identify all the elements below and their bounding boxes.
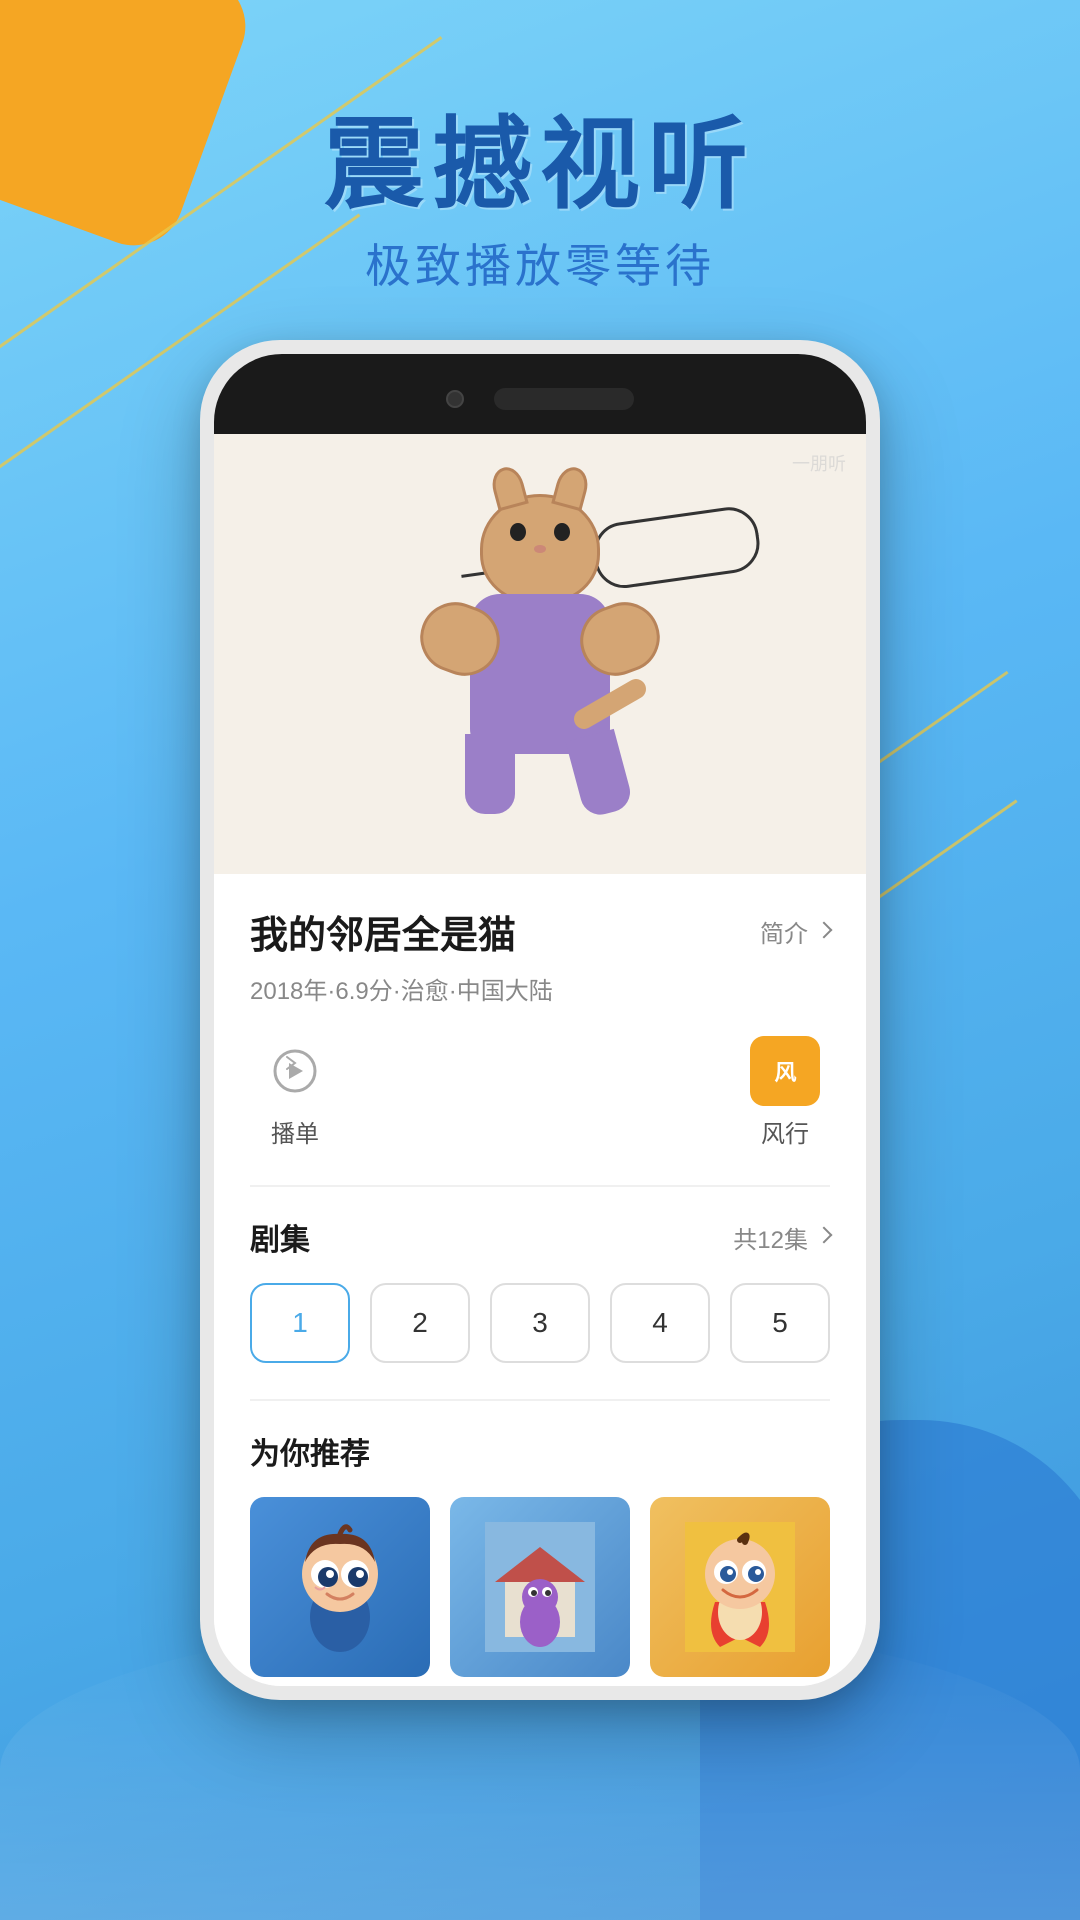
recommend-card-3[interactable]	[650, 1497, 830, 1677]
playlist-action[interactable]: 播单	[260, 1036, 330, 1149]
playlist-icon-container	[260, 1036, 330, 1106]
show-intro-link[interactable]: 简介	[760, 914, 830, 949]
phone-camera	[446, 390, 464, 408]
show-title: 我的邻居全是猫	[250, 904, 516, 959]
phone-speaker	[494, 388, 634, 410]
sub-title: 极致播放零等待	[0, 230, 1080, 296]
recommend-card-2[interactable]	[450, 1497, 630, 1677]
episodes-chevron-icon	[816, 1227, 833, 1244]
card-character-3-svg	[685, 1522, 795, 1652]
recommend-title: 为你推荐	[250, 1429, 830, 1473]
divider-1	[250, 1185, 830, 1187]
card-character-1-svg	[285, 1522, 395, 1652]
platform-action[interactable]: 风 风行	[750, 1036, 820, 1149]
main-title: 震撼视听	[0, 110, 1080, 220]
episode-btn-5[interactable]: 5	[730, 1283, 830, 1363]
episode-btn-1[interactable]: 1	[250, 1283, 350, 1363]
episode-btn-3[interactable]: 3	[490, 1283, 590, 1363]
episodes-section-title: 剧集	[250, 1215, 310, 1259]
show-meta: 2018年·6.9分·治愈·中国大陆	[250, 971, 830, 1006]
fengxing-icon: 风	[750, 1036, 820, 1106]
episodes-header: 剧集 共12集	[250, 1215, 830, 1259]
cat-head	[480, 494, 600, 604]
recommend-card-1[interactable]	[250, 1497, 430, 1677]
phone-outer-frame: 一朋听	[200, 340, 880, 1700]
cat-face	[500, 515, 580, 575]
divider-2	[250, 1399, 830, 1401]
episodes-count: 共12集	[733, 1220, 830, 1255]
card-figure-3	[650, 1497, 830, 1677]
content-section: 我的邻居全是猫 简介 2018年·6.9分·治愈·中国大陆	[214, 874, 866, 1686]
card-figure-1	[250, 1497, 430, 1677]
video-watermark: 一朋听	[792, 450, 846, 476]
phone-screen: 一朋听	[214, 354, 866, 1686]
episode-btn-2[interactable]: 2	[370, 1283, 470, 1363]
cat-nose	[534, 545, 546, 553]
card-figure-2	[450, 1497, 630, 1677]
header-section: 震撼视听 极致播放零等待	[0, 110, 1080, 296]
cat-leg-left	[465, 734, 515, 814]
recommend-row	[250, 1497, 830, 1677]
card-character-2-svg	[485, 1522, 595, 1652]
phone-mockup: 一朋听	[200, 340, 880, 1700]
cartoon-character-area	[340, 474, 740, 854]
platform-label: 风行	[761, 1114, 809, 1149]
cat-leg-right	[565, 729, 634, 819]
cat-eye-right	[554, 523, 570, 541]
actions-row: 播单 风 风行	[250, 1036, 830, 1149]
video-player[interactable]: 一朋听	[214, 434, 866, 874]
episodes-list: 1 2 3 4 5	[250, 1283, 830, 1363]
intro-chevron-icon	[816, 921, 833, 938]
cat-figure	[400, 494, 680, 834]
phone-status-bar	[214, 354, 866, 434]
fengxing-logo-text: 风	[774, 1055, 795, 1087]
cat-eye-left	[510, 523, 526, 541]
show-title-row: 我的邻居全是猫 简介	[250, 904, 830, 959]
playlist-label: 播单	[271, 1114, 319, 1149]
episode-btn-4[interactable]: 4	[610, 1283, 710, 1363]
playlist-icon	[267, 1043, 323, 1099]
